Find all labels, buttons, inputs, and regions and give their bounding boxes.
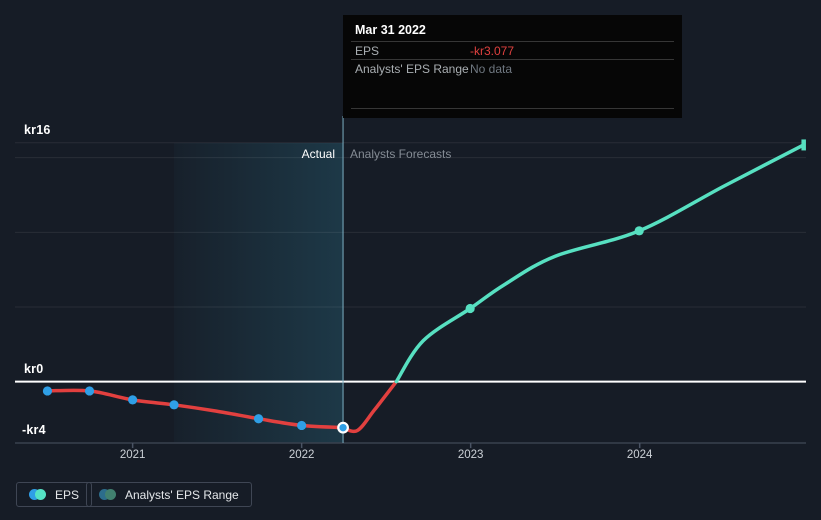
eps-dot-teal-icon [35, 489, 46, 500]
legend-toggle-analysts-eps-range[interactable]: Analysts' EPS Range [86, 482, 252, 507]
data-point [84, 386, 95, 396]
legend-eps-label: EPS [55, 487, 80, 502]
range-dot-teal-icon [105, 489, 116, 500]
data-point [297, 420, 307, 431]
chart-tooltip: Mar 31 2022 EPS -kr3.077 Analysts' EPS R… [343, 15, 682, 118]
tooltip-divider [351, 59, 674, 60]
line-forecast [394, 143, 806, 384]
tooltip-divider [351, 41, 674, 42]
tooltip-eps-label: EPS [355, 44, 380, 58]
x-axis-label-2024: 2024 [626, 449, 653, 461]
tooltip-range-value: No data [470, 62, 513, 76]
y-axis-label-minus-kr4: -kr4 [22, 423, 46, 437]
data-point [253, 414, 264, 424]
eps-series-icon [29, 489, 46, 500]
y-axis-label-kr0: kr0 [24, 362, 44, 376]
tooltip-range-label: Analysts' EPS Range [355, 62, 469, 76]
tooltip-eps-value: -kr3.077 [470, 44, 515, 58]
data-point [634, 226, 644, 236]
forecast-end-cap [801, 139, 806, 151]
tooltip-date: Mar 31 2022 [355, 23, 426, 37]
x-axis-label-2023: 2023 [457, 449, 484, 461]
analysts-forecasts-section-label: Analysts Forecasts [350, 147, 452, 161]
data-point [42, 386, 53, 396]
tooltip-divider [351, 108, 674, 109]
highlighted-data-point [337, 421, 349, 434]
x-axis-label-2021: 2021 [119, 449, 146, 461]
legend-toggle-eps[interactable]: EPS [16, 482, 93, 507]
data-point [465, 303, 475, 314]
line-forecast_negative [341, 379, 399, 434]
tooltip-row-eps: EPS -kr3.077 [355, 44, 674, 58]
x-axis-label-2022: 2022 [288, 449, 315, 461]
actual-period-band [174, 143, 344, 443]
eps-history-forecast-chart: kr16 kr0 -kr4 2021 2022 2023 2024 Actual… [0, 0, 821, 520]
legend-range-label: Analysts' EPS Range [125, 487, 239, 502]
data-point [169, 400, 179, 410]
y-axis-label-kr16: kr16 [24, 123, 51, 137]
actual-section-label: Actual [301, 147, 335, 161]
tooltip-row-eps-range: Analysts' EPS Range No data [355, 62, 674, 76]
data-point [128, 395, 138, 405]
range-series-icon [99, 489, 116, 500]
